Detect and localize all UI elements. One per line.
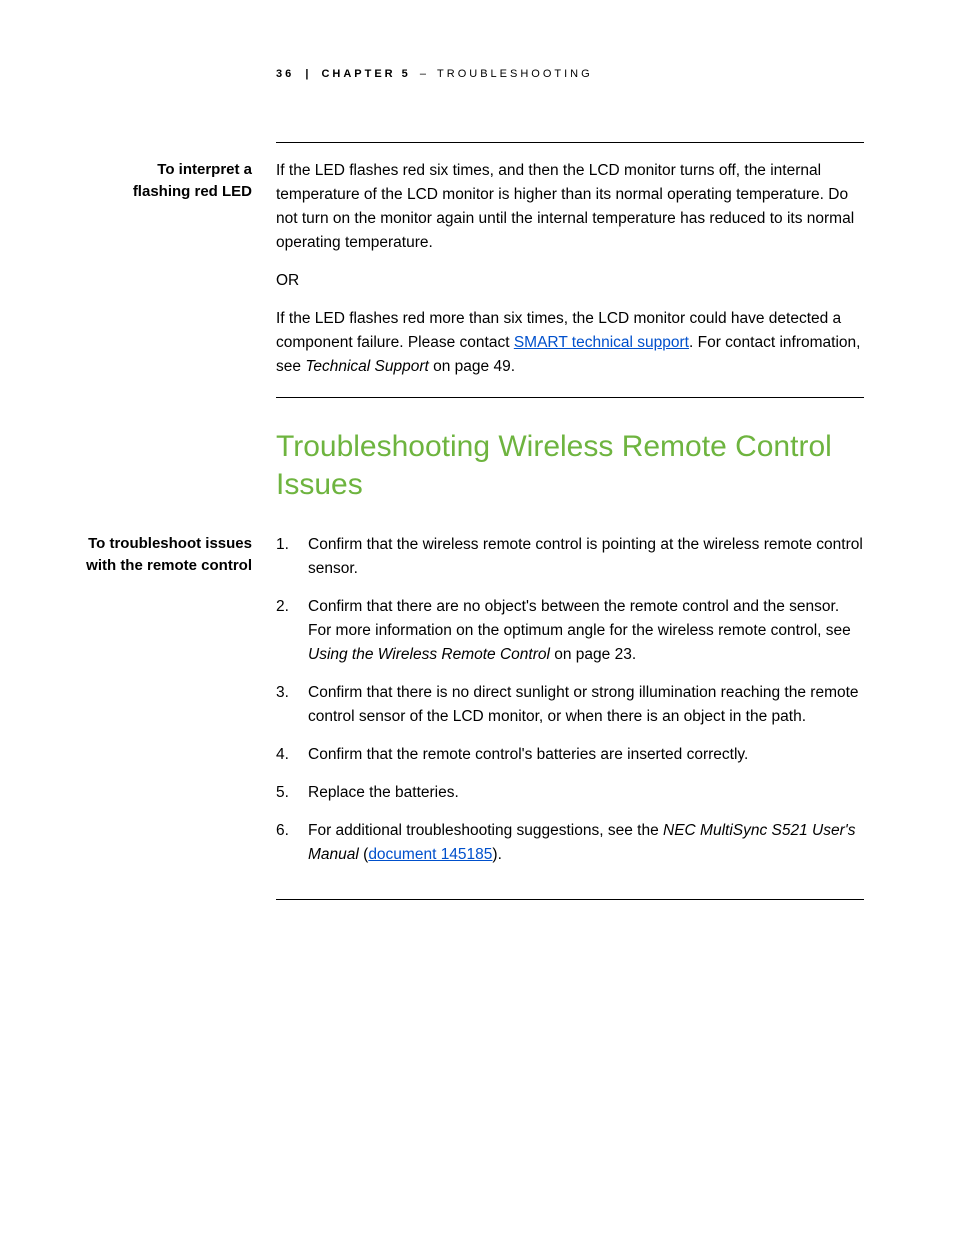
chapter-label: CHAPTER 5 <box>321 68 410 80</box>
step-text: Confirm that the wireless remote control… <box>308 536 863 577</box>
list-item: Replace the batteries. <box>276 781 864 805</box>
body-interpret-led: If the LED flashes red six times, and th… <box>276 159 864 379</box>
list-item: Confirm that there are no object's betwe… <box>276 595 864 667</box>
list-item: Confirm that the remote control's batter… <box>276 743 864 767</box>
italic-ref: Using the Wireless Remote Control <box>308 646 550 663</box>
step-text: ( <box>359 846 368 863</box>
steps-list: Confirm that the wireless remote control… <box>276 533 864 867</box>
sidehead-line: flashing red LED <box>133 183 252 200</box>
step-text: Confirm that the remote control's batter… <box>308 746 748 763</box>
step-text: ). <box>492 846 501 863</box>
chapter-title: TROUBLESHOOTING <box>437 68 593 80</box>
header-separator: | <box>305 68 310 80</box>
page-number: 36 <box>276 68 294 80</box>
page-header: 36 | CHAPTER 5 – TROUBLESHOOTING <box>276 68 864 80</box>
text-run: on page 49. <box>429 358 515 375</box>
section-troubleshoot-remote: To troubleshoot issues with the remote c… <box>74 533 864 881</box>
sidehead-interpret-led: To interpret a flashing red LED <box>74 159 276 379</box>
section-interpret-led: To interpret a flashing red LED If the L… <box>74 159 864 379</box>
list-item: For additional troubleshooting suggestio… <box>276 819 864 867</box>
step-text: Replace the batteries. <box>308 784 459 801</box>
link-smart-support[interactable]: SMART technical support <box>514 334 689 351</box>
step-text: Confirm that there are no object's betwe… <box>308 598 851 639</box>
list-item: Confirm that the wireless remote control… <box>276 533 864 581</box>
divider <box>276 899 864 900</box>
italic-ref: Technical Support <box>305 358 429 375</box>
divider <box>276 142 864 143</box>
body-troubleshoot-remote: Confirm that the wireless remote control… <box>276 533 864 881</box>
step-text: For additional troubleshooting suggestio… <box>308 822 663 839</box>
section-title: Troubleshooting Wireless Remote Control … <box>276 428 864 503</box>
header-dash: – <box>420 68 428 80</box>
divider <box>276 397 864 398</box>
sidehead-line: To interpret a <box>157 161 252 178</box>
paragraph: If the LED flashes red six times, and th… <box>276 159 864 255</box>
step-text: Confirm that there is no direct sunlight… <box>308 684 859 725</box>
paragraph: If the LED flashes red more than six tim… <box>276 307 864 379</box>
sidehead-troubleshoot-remote: To troubleshoot issues with the remote c… <box>74 533 276 881</box>
sidehead-line: with the remote control <box>86 557 252 574</box>
link-document-145185[interactable]: document 145185 <box>368 846 492 863</box>
list-item: Confirm that there is no direct sunlight… <box>276 681 864 729</box>
sidehead-line: To troubleshoot issues <box>88 535 252 552</box>
paragraph-or: OR <box>276 269 864 293</box>
step-text: on page 23. <box>550 646 636 663</box>
